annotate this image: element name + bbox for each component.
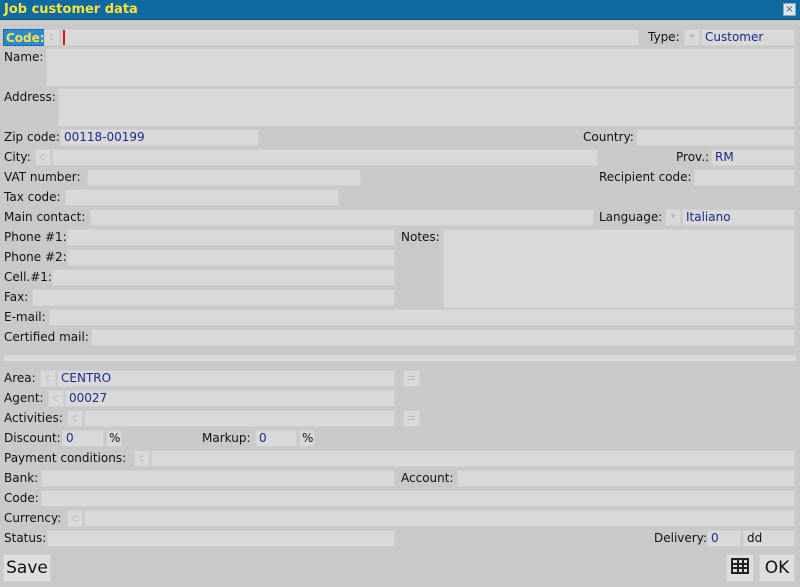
- bank-code-field[interactable]: [41, 490, 795, 507]
- code-field[interactable]: [61, 29, 639, 46]
- title-bar: Job customer data ×: [0, 0, 800, 20]
- bank-code-label: Code:: [4, 491, 39, 505]
- delivery-unit: dd: [743, 530, 795, 547]
- area-field[interactable]: CENTRO: [57, 370, 395, 387]
- cell1-field[interactable]: [52, 269, 395, 286]
- fax-field[interactable]: [32, 289, 395, 306]
- city-field[interactable]: [52, 149, 598, 166]
- vat-field[interactable]: [87, 169, 361, 186]
- address-field[interactable]: [58, 88, 795, 127]
- account-label: Account:: [401, 471, 454, 485]
- name-label: Name:: [4, 50, 44, 64]
- markup-unit: %: [299, 430, 315, 447]
- agent-lookup-button[interactable]: c: [48, 390, 64, 407]
- discount-field[interactable]: 0: [62, 430, 104, 447]
- bank-field[interactable]: [41, 470, 395, 487]
- zip-field[interactable]: 00118-00199: [60, 129, 259, 146]
- type-label: Type:: [648, 30, 680, 44]
- recipient-code-label: Recipient code:: [599, 170, 692, 184]
- prov-label: Prov.:: [676, 150, 710, 164]
- country-label: Country:: [583, 130, 634, 144]
- country-field[interactable]: [636, 129, 795, 146]
- language-label: Language:: [599, 210, 663, 224]
- agent-field[interactable]: 00027: [65, 390, 395, 407]
- currency-lookup-button[interactable]: c: [67, 510, 83, 527]
- fax-label: Fax:: [4, 290, 29, 304]
- recipient-code-field[interactable]: [694, 169, 795, 186]
- payment-conditions-label: Payment conditions:: [4, 451, 127, 465]
- delivery-field[interactable]: 0: [707, 530, 741, 547]
- markup-label: Markup:: [202, 431, 251, 445]
- text-caret: [63, 30, 65, 45]
- phone1-field[interactable]: [67, 229, 395, 246]
- email-field[interactable]: [49, 309, 795, 326]
- phone2-field[interactable]: [67, 249, 395, 266]
- notes-field[interactable]: [443, 229, 795, 308]
- section-divider: [4, 355, 796, 361]
- area-label: Area:: [4, 371, 36, 385]
- notes-label: Notes:: [401, 230, 440, 244]
- tax-code-label: Tax code:: [4, 190, 61, 204]
- bank-label: Bank:: [4, 471, 39, 485]
- discount-label: Discount:: [4, 431, 61, 445]
- customer-form: Code: c Type: ▾ Customer Name: Address: …: [0, 21, 800, 587]
- address-label: Address:: [4, 90, 56, 104]
- type-select[interactable]: Customer: [701, 29, 795, 46]
- discount-unit: %: [106, 430, 122, 447]
- activities-label: Activities:: [4, 411, 63, 425]
- vat-label: VAT number:: [4, 170, 81, 184]
- area-list-icon[interactable]: [403, 370, 420, 387]
- code-lookup-button[interactable]: c: [44, 29, 60, 46]
- code-label: Code:: [3, 29, 48, 46]
- payment-conditions-field[interactable]: [151, 450, 795, 467]
- markup-field[interactable]: 0: [255, 430, 297, 447]
- account-field[interactable]: [457, 470, 795, 487]
- email-label: E-mail:: [4, 310, 46, 324]
- currency-label: Currency:: [4, 511, 62, 525]
- certified-mail-label: Certified mail:: [4, 330, 89, 344]
- close-icon[interactable]: ×: [783, 3, 796, 16]
- zip-label: Zip code:: [4, 130, 60, 144]
- phone1-label: Phone #1:: [4, 230, 67, 244]
- grid-icon: [731, 558, 749, 574]
- delivery-label: Delivery:: [654, 531, 707, 545]
- certified-mail-field[interactable]: [91, 329, 795, 346]
- city-label: City:: [4, 150, 31, 164]
- status-label: Status:: [4, 531, 47, 545]
- window-title: Job customer data: [4, 2, 138, 17]
- ok-button[interactable]: OK: [759, 554, 795, 582]
- tax-code-field[interactable]: [65, 189, 339, 206]
- type-dropdown-icon[interactable]: ▾: [684, 29, 700, 46]
- cell1-label: Cell.#1:: [4, 270, 52, 284]
- activities-list-icon[interactable]: [403, 410, 420, 427]
- phone2-label: Phone #2:: [4, 250, 67, 264]
- agent-label: Agent:: [4, 391, 44, 405]
- prov-field[interactable]: RM: [711, 149, 795, 166]
- grid-view-button[interactable]: [726, 554, 754, 582]
- area-lookup-button[interactable]: c: [40, 370, 56, 387]
- activities-field[interactable]: [84, 410, 395, 427]
- main-contact-field[interactable]: [90, 209, 594, 226]
- name-field[interactable]: [46, 48, 795, 87]
- city-lookup-button[interactable]: c: [35, 149, 51, 166]
- language-dropdown-icon[interactable]: ▾: [665, 209, 681, 226]
- language-select[interactable]: Italiano: [682, 209, 795, 226]
- status-field[interactable]: [47, 530, 395, 547]
- payment-lookup-button[interactable]: c: [134, 450, 150, 467]
- save-button[interactable]: Save: [3, 554, 51, 582]
- activities-lookup-button[interactable]: c: [67, 410, 83, 427]
- main-contact-label: Main contact:: [4, 210, 86, 224]
- currency-field[interactable]: [84, 510, 795, 527]
